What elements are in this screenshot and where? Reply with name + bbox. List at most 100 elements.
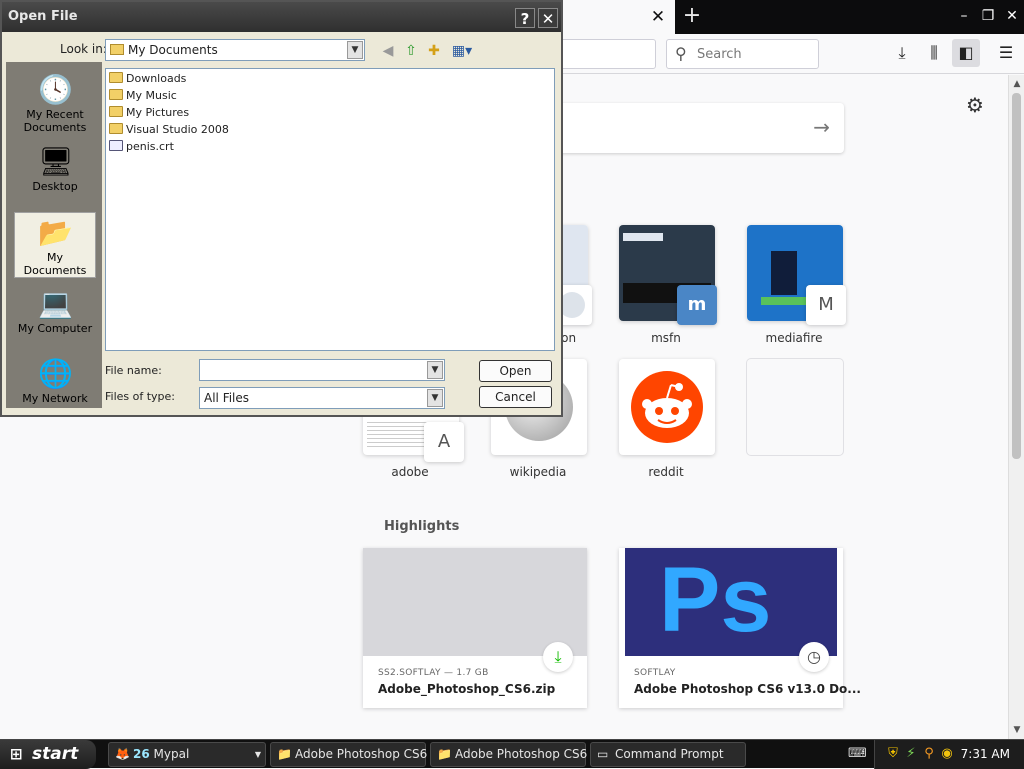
list-item[interactable]: My Music <box>109 88 177 104</box>
site-badge: m <box>677 285 717 325</box>
place-my-documents[interactable]: 📂 My Documents <box>14 212 96 278</box>
certificate-file-icon <box>109 140 123 151</box>
my-computer-icon: 💻 <box>38 287 73 320</box>
highlight-title: Adobe Photoshop CS6 v13.0 Do... <box>634 682 861 696</box>
up-folder-icon[interactable]: ⇧ <box>401 41 421 61</box>
dialog-title: Open File <box>8 9 78 24</box>
restore-icon[interactable]: ❐ <box>976 4 1000 28</box>
chevron-down-icon[interactable]: ▼ <box>427 389 443 407</box>
folder-icon: 📁 <box>277 747 292 761</box>
list-item[interactable]: penis.crt <box>109 139 174 155</box>
taskbar-item-command-prompt[interactable]: ▭ Command Prompt <box>590 742 746 767</box>
downloads-icon[interactable]: ⤓ <box>888 39 916 67</box>
search-placeholder: Search <box>697 47 742 62</box>
top-site-label: mediafire <box>765 331 823 345</box>
top-site-label: wikipedia <box>509 465 567 479</box>
gear-icon[interactable]: ⚙ <box>966 93 984 117</box>
tab-close-icon[interactable]: ✕ <box>649 7 667 27</box>
mypal-icon: 🦊 <box>115 747 130 761</box>
highlight-title: Adobe_Photoshop_CS6.zip <box>378 682 556 696</box>
windows-flag-icon: ⊞ <box>10 745 23 763</box>
file-name-input[interactable]: ▼ <box>199 359 445 381</box>
reddit-logo-icon <box>631 371 703 443</box>
places-bar: 🕓 My Recent Documents 🖥 Desktop 📂 My Doc… <box>6 62 102 408</box>
dialog-close-button[interactable]: ✕ <box>538 8 558 28</box>
taskbar-item-photoshop[interactable]: 📁 Adobe Photoshop CS6 <box>430 742 587 767</box>
page-scrollbar[interactable]: ▲ ▼ <box>1008 75 1024 739</box>
recent-documents-icon: 🕓 <box>38 73 73 106</box>
top-site-reddit[interactable] <box>619 359 715 455</box>
my-documents-icon: 📂 <box>38 216 73 249</box>
scroll-up-icon[interactable]: ▲ <box>1010 77 1024 91</box>
back-icon[interactable]: ◀ <box>378 41 398 61</box>
open-file-dialog: Open File ? ✕ Look in: My Documents ▼ ◀ … <box>0 0 563 417</box>
search-tray-icon[interactable]: ⚲ <box>921 746 937 762</box>
desktop-icon: 🖥 <box>38 145 74 178</box>
folder-icon <box>109 72 123 83</box>
new-folder-icon[interactable]: ✚ <box>424 41 444 61</box>
download-icon: ⤓ <box>543 642 573 672</box>
dialog-title-bar[interactable]: Open File ? ✕ <box>2 2 561 32</box>
look-in-label: Look in: <box>60 42 107 56</box>
chevron-down-icon[interactable]: ▼ <box>255 743 261 766</box>
look-in-dropdown[interactable]: My Documents ▼ <box>105 39 365 61</box>
browser-tab[interactable]: ✕ <box>560 0 675 34</box>
page-search-box[interactable]: → <box>560 103 844 153</box>
file-list[interactable]: Downloads My Music My Pictures Visual St… <box>105 68 555 351</box>
top-site-label: msfn <box>651 331 681 345</box>
new-tab-icon[interactable]: + <box>680 3 704 29</box>
sidebar-icon[interactable]: ◧ <box>952 39 980 67</box>
highlight-card[interactable]: ⤓ SS2.SOFTLAY — 1.7 GB Adobe_Photoshop_C… <box>363 548 587 708</box>
scroll-down-icon[interactable]: ▼ <box>1010 723 1024 737</box>
browser-search-box[interactable]: ⚲ Search <box>666 39 819 69</box>
file-name-label: File name: <box>105 364 162 377</box>
top-site-empty[interactable] <box>747 359 843 455</box>
chevron-down-icon[interactable]: ▼ <box>427 361 443 379</box>
taskbar: ⊞ start 🦊 26 Mypal ▼ 📁 Adobe Photoshop CS6… <box>0 739 1024 769</box>
minimize-icon[interactable]: – <box>952 4 976 28</box>
highlight-card[interactable]: Ps ◷ SOFTLAY Adobe Photoshop CS6 v13.0 D… <box>619 548 861 708</box>
highlight-source: SS2.SOFTLAY — 1.7 GB <box>378 668 489 678</box>
files-of-type-dropdown[interactable]: All Files ▼ <box>199 387 445 409</box>
clock[interactable]: 7:31 AM <box>961 747 1010 761</box>
highlight-thumbnail <box>363 548 587 656</box>
look-in-value: My Documents <box>128 43 218 57</box>
menu-icon[interactable]: ☰ <box>992 39 1020 67</box>
search-icon: ⚲ <box>675 44 687 63</box>
library-icon[interactable]: ⫼ <box>920 39 948 67</box>
cancel-button[interactable]: Cancel <box>479 386 552 408</box>
place-desktop[interactable]: 🖥 Desktop <box>14 142 96 208</box>
place-my-recent-documents[interactable]: 🕓 My Recent Documents <box>14 70 96 136</box>
view-menu-icon[interactable]: ▦▾ <box>449 41 475 61</box>
list-item[interactable]: Downloads <box>109 71 186 87</box>
highlights-title: Highlights <box>384 519 460 534</box>
top-site-label: adobe <box>391 465 429 479</box>
taskbar-item-photoshop[interactable]: 📁 Adobe Photoshop CS6 <box>270 742 427 767</box>
highlight-source: SOFTLAY <box>634 668 676 678</box>
arrow-right-icon[interactable]: → <box>813 115 830 139</box>
window-close-icon[interactable]: ✕ <box>1000 4 1024 28</box>
shield-icon[interactable]: ⛨ <box>885 746 901 762</box>
open-button[interactable]: Open <box>479 360 552 382</box>
chevron-down-icon[interactable]: ▼ <box>347 41 363 59</box>
start-button[interactable]: ⊞ start <box>0 740 96 769</box>
system-tray: ⛨ ⚡ ⚲ ◉ 7:31 AM <box>874 740 1024 769</box>
tray-app-icon[interactable]: ◉ <box>939 746 955 762</box>
folder-icon: 📁 <box>437 747 452 761</box>
site-badge: M <box>806 285 846 325</box>
list-item[interactable]: My Pictures <box>109 105 189 121</box>
help-button[interactable]: ? <box>515 8 535 28</box>
network-icon[interactable]: ⚡ <box>903 746 919 762</box>
list-item[interactable]: Visual Studio 2008 <box>109 122 229 138</box>
url-bar[interactable] <box>560 39 656 69</box>
folder-icon <box>110 44 124 55</box>
taskbar-item-mypal[interactable]: 🦊 26 Mypal ▼ <box>108 742 266 767</box>
files-of-type-label: Files of type: <box>105 390 176 403</box>
place-my-computer[interactable]: 💻 My Computer <box>14 284 96 350</box>
music-folder-icon <box>109 89 123 100</box>
top-site-label: reddit <box>648 465 684 479</box>
scroll-thumb[interactable] <box>1012 93 1021 459</box>
keyboard-icon[interactable]: ⌨ <box>848 746 867 762</box>
clock-icon: ◷ <box>799 642 829 672</box>
place-my-network[interactable]: 🌐 My Network <box>14 354 96 420</box>
